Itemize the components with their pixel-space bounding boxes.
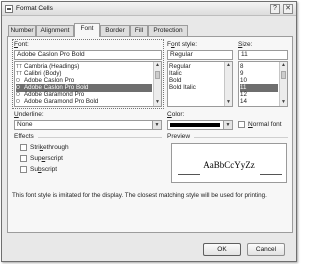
size-item[interactable]: 14 [240, 98, 278, 106]
help-icon[interactable]: ? [270, 4, 280, 14]
effects-divider [38, 137, 162, 138]
font-list-scrollbar[interactable]: ▲ ▼ [153, 62, 161, 106]
font-style-input[interactable]: Regular [167, 50, 233, 60]
preview-baseline [260, 174, 282, 175]
tab-border[interactable]: Border [100, 25, 130, 36]
close-icon[interactable]: ✕ [283, 4, 293, 14]
size-scrollbar[interactable]: ▲ ▼ [279, 62, 287, 106]
font-tab-panel: Font: Adobe Caslon Pro Bold TT Cambria (H… [7, 36, 293, 233]
superscript-label: Superscript [30, 155, 63, 162]
dialog-title: Format Cells [16, 5, 53, 12]
format-cells-dialog: Format Cells ? ✕ Number Alignment Font B… [1, 1, 297, 262]
effects-title: Effects [14, 133, 34, 140]
scroll-thumb[interactable] [281, 71, 286, 79]
size-input[interactable]: 11 [238, 50, 288, 60]
underline-select[interactable]: None ▼ [14, 120, 162, 130]
preview-divider [194, 137, 288, 138]
font-label: Font: [14, 41, 29, 48]
tab-fill[interactable]: Fill [130, 25, 148, 36]
cancel-button[interactable]: Cancel [247, 243, 285, 256]
font-style-list[interactable]: Regular Italic Bold Bold Italic ▲ ▼ [167, 61, 233, 107]
font-style-scrollbar[interactable]: ▲ ▼ [224, 62, 232, 106]
preview-baseline [178, 174, 200, 175]
font-style-label: Font style: [167, 41, 198, 48]
scroll-up-icon[interactable]: ▲ [154, 62, 161, 69]
underline-label: Underline: [14, 111, 44, 118]
scroll-up-icon[interactable]: ▲ [280, 62, 287, 69]
tab-alignment[interactable]: Alignment [36, 25, 74, 36]
underline-value: None [17, 121, 33, 128]
strikethrough-checkbox[interactable] [20, 144, 27, 151]
chevron-down-icon[interactable]: ▼ [223, 121, 232, 129]
font-list[interactable]: TT Cambria (Headings) TT Calibri (Body) OA… [14, 61, 162, 107]
scroll-up-icon[interactable]: ▲ [225, 62, 232, 69]
color-label: Color: [167, 111, 185, 118]
preview-box: AaBbCcYyZz [171, 143, 287, 183]
tab-font[interactable]: Font [74, 23, 100, 37]
ok-button[interactable]: OK [203, 243, 241, 256]
opentype-font-icon: O [16, 99, 20, 105]
normal-font-label: Normal font [248, 121, 282, 128]
title-bar[interactable]: Format Cells ? ✕ [2, 2, 296, 16]
excel-app-icon [5, 5, 13, 13]
preview-sample: AaBbCcYyZz [203, 160, 255, 170]
scroll-down-icon[interactable]: ▼ [225, 99, 232, 106]
tab-number[interactable]: Number [8, 25, 36, 36]
size-label: Size: [238, 41, 253, 48]
strikethrough-label: Strikethrough [30, 144, 69, 151]
tab-protection[interactable]: Protection [148, 25, 188, 36]
superscript-checkbox[interactable] [20, 155, 27, 162]
font-note: This font style is imitated for the disp… [12, 192, 267, 199]
color-picker[interactable]: ▼ [167, 120, 233, 130]
normal-font-checkbox[interactable] [238, 121, 245, 128]
font-list-item[interactable]: O Adobe Garamond Pro Bold [16, 98, 152, 106]
subscript-checkbox[interactable] [20, 166, 27, 173]
scroll-thumb[interactable] [155, 71, 160, 79]
preview-title: Preview [167, 133, 191, 140]
font-style-item[interactable]: Bold Italic [169, 84, 223, 92]
font-name-input[interactable]: Adobe Caslon Pro Bold [14, 50, 162, 60]
scroll-down-icon[interactable]: ▼ [280, 99, 287, 106]
chevron-down-icon[interactable]: ▼ [152, 121, 161, 129]
subscript-label: Subscript [30, 166, 58, 173]
scroll-down-icon[interactable]: ▼ [154, 99, 161, 106]
size-list[interactable]: 8 9 10 11 12 14 ▲ ▼ [238, 61, 288, 107]
color-swatch [170, 123, 220, 127]
